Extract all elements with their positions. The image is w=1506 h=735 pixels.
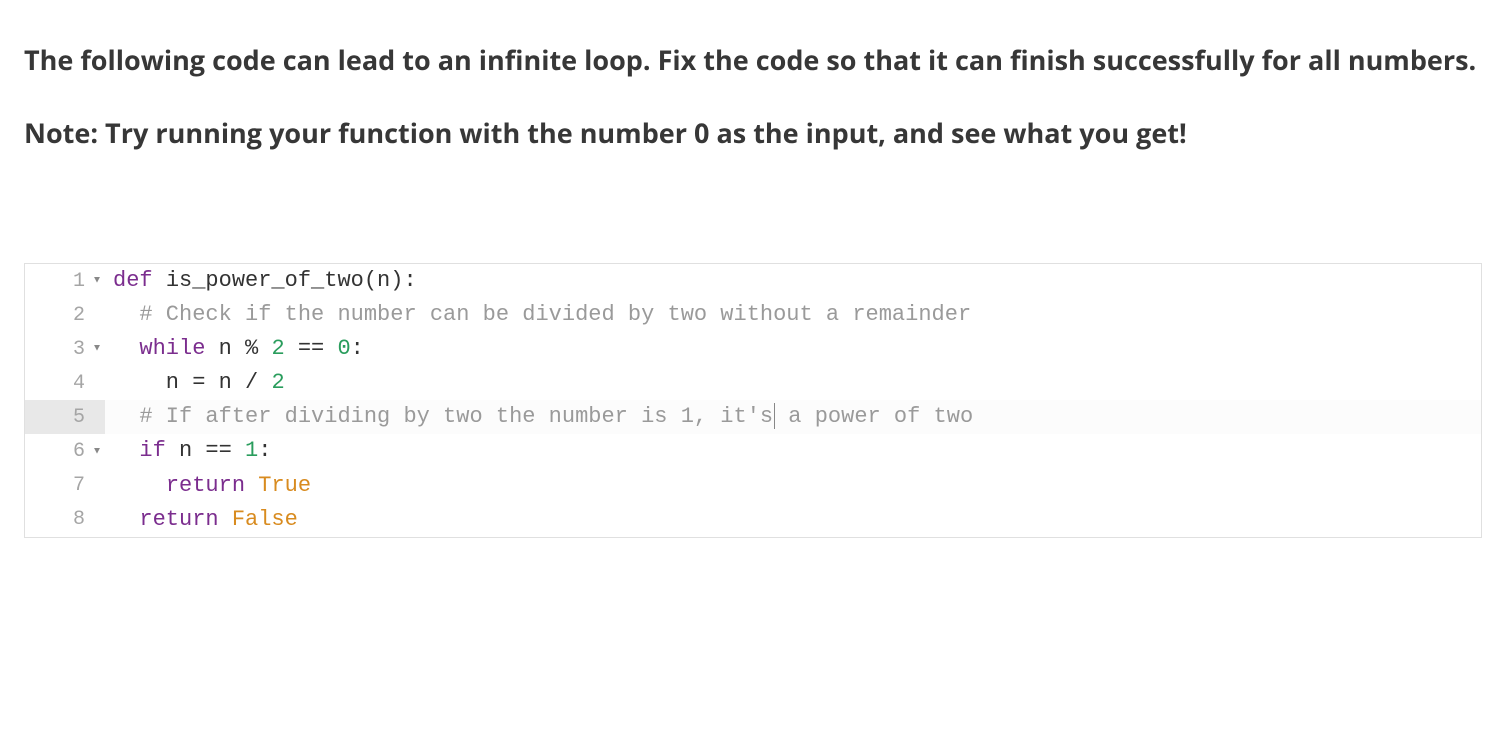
code-token: is_power_of_two (166, 268, 364, 293)
code-token (219, 507, 232, 532)
code-token (245, 473, 258, 498)
code-token: % (245, 336, 258, 361)
gutter-cell[interactable]: 1▼ (25, 264, 105, 298)
code-token: a power of two (775, 404, 973, 429)
question-paragraph-2: Note: Try running your function with the… (24, 113, 1482, 154)
question-paragraph-1: The following code can lead to an infini… (24, 40, 1482, 81)
code-token: 2 (271, 336, 284, 361)
line-number: 5 (67, 402, 85, 433)
code-token (113, 473, 166, 498)
code-token (285, 336, 298, 361)
code-token: (n): (364, 268, 417, 293)
code-line-content[interactable]: while n % 2 == 0: (105, 332, 1481, 366)
code-token (258, 336, 271, 361)
code-line-content[interactable]: # Check if the number can be divided by … (105, 298, 1481, 332)
code-token: 0 (337, 336, 350, 361)
line-number: 8 (67, 504, 85, 535)
code-token: True (258, 473, 311, 498)
code-token (324, 336, 337, 361)
gutter-cell[interactable]: 8 (25, 503, 105, 537)
code-token (153, 268, 166, 293)
code-token (113, 336, 139, 361)
code-line-content[interactable]: return True (105, 469, 1481, 503)
code-token: n (113, 370, 192, 395)
code-token: # Check if the number can be divided by … (139, 302, 971, 327)
fold-toggle-icon[interactable]: ▼ (94, 273, 100, 289)
code-token: n (166, 438, 206, 463)
line-number: 1 (67, 266, 85, 297)
code-line[interactable]: 1▼def is_power_of_two(n): (25, 264, 1481, 298)
gutter-cell[interactable]: 4 (25, 366, 105, 400)
line-number: 4 (67, 368, 85, 399)
code-token: def (113, 268, 153, 293)
fold-toggle-icon[interactable]: ▼ (94, 341, 100, 357)
code-token: : (351, 336, 364, 361)
code-token: False (232, 507, 298, 532)
line-number: 6 (67, 436, 85, 467)
gutter-cell[interactable]: 6▼ (25, 434, 105, 468)
code-token: == (298, 336, 324, 361)
code-line-content[interactable]: def is_power_of_two(n): (105, 264, 1481, 298)
code-token: # If after dividing by two the number is… (139, 404, 773, 429)
code-token (113, 302, 139, 327)
code-token (258, 370, 271, 395)
code-token: while (139, 336, 205, 361)
code-token: return (166, 473, 245, 498)
line-number: 2 (67, 300, 85, 331)
question-prompt: The following code can lead to an infini… (24, 40, 1482, 153)
fold-toggle-icon[interactable]: ▼ (94, 444, 100, 460)
code-token: n (205, 336, 245, 361)
code-token: 1 (245, 438, 258, 463)
code-line[interactable]: 4 n = n / 2 (25, 366, 1481, 400)
code-token (113, 404, 139, 429)
line-number: 3 (67, 334, 85, 365)
code-line[interactable]: 6▼ if n == 1: (25, 434, 1481, 468)
code-token: == (205, 438, 231, 463)
gutter-cell[interactable]: 3▼ (25, 332, 105, 366)
code-line-content[interactable]: return False (105, 503, 1481, 537)
code-line-content[interactable]: if n == 1: (105, 434, 1481, 468)
code-line-content[interactable]: n = n / 2 (105, 366, 1481, 400)
code-token (113, 507, 139, 532)
code-token: if (139, 438, 165, 463)
code-line-content[interactable]: # If after dividing by two the number is… (105, 400, 1481, 434)
code-token: / (245, 370, 258, 395)
code-line[interactable]: 3▼ while n % 2 == 0: (25, 332, 1481, 366)
code-token (232, 438, 245, 463)
code-editor[interactable]: 1▼def is_power_of_two(n):2 # Check if th… (24, 263, 1482, 538)
code-token: return (139, 507, 218, 532)
code-line[interactable]: 8 return False (25, 503, 1481, 537)
code-token (113, 438, 139, 463)
code-line[interactable]: 5 # If after dividing by two the number … (25, 400, 1481, 434)
code-token: : (258, 438, 271, 463)
gutter-cell[interactable]: 2 (25, 298, 105, 332)
code-token: n (205, 370, 245, 395)
code-token: = (192, 370, 205, 395)
gutter-cell[interactable]: 5 (25, 400, 105, 434)
line-number: 7 (67, 470, 85, 501)
gutter-cell[interactable]: 7 (25, 469, 105, 503)
code-line[interactable]: 7 return True (25, 469, 1481, 503)
code-token: 2 (271, 370, 284, 395)
code-line[interactable]: 2 # Check if the number can be divided b… (25, 298, 1481, 332)
